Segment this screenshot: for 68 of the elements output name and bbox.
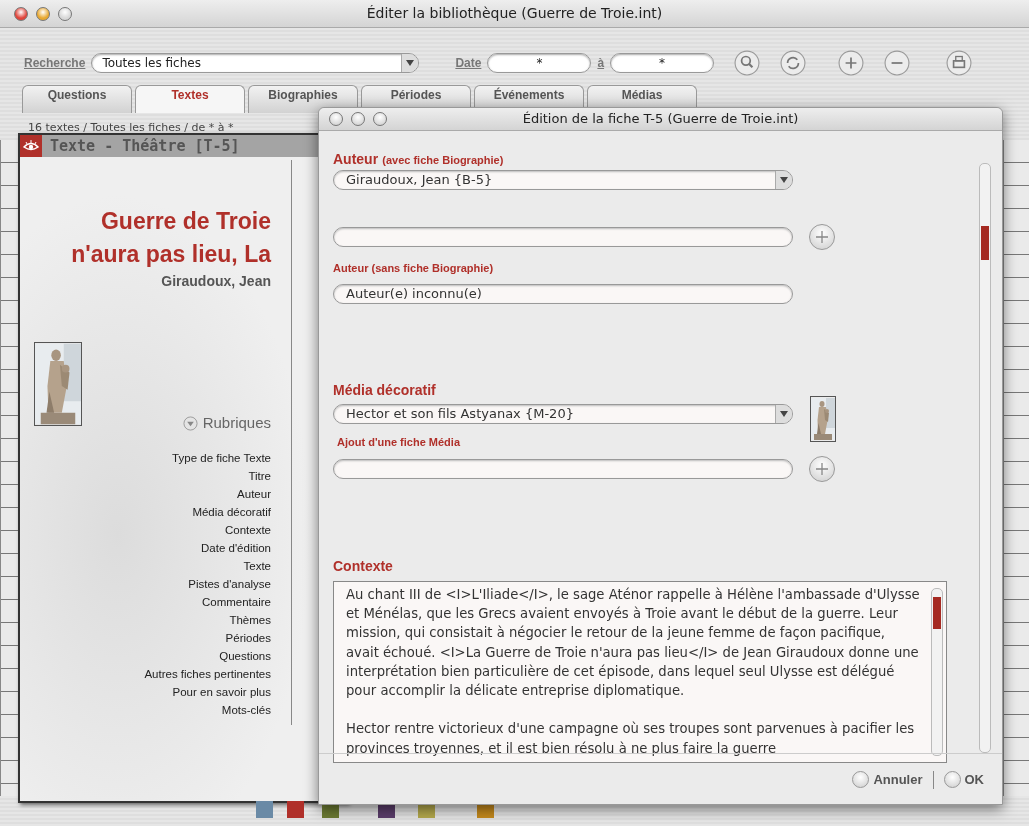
rubrique-link[interactable]: Thèmes bbox=[229, 610, 271, 629]
date-label: Date bbox=[455, 55, 482, 72]
tab[interactable]: Biographies bbox=[248, 85, 358, 113]
remove-icon[interactable] bbox=[884, 50, 911, 76]
rubrique-link[interactable]: Texte bbox=[243, 556, 271, 575]
search-icon[interactable] bbox=[734, 50, 761, 76]
rubrique-link[interactable]: Contexte bbox=[224, 520, 271, 539]
color-swatch[interactable] bbox=[287, 801, 304, 818]
scrollbar[interactable] bbox=[979, 163, 991, 753]
caret-icon bbox=[406, 60, 415, 66]
minimize-button[interactable] bbox=[36, 6, 50, 21]
close-button[interactable] bbox=[14, 6, 28, 21]
dropdown-field[interactable]: Hector et son fils Astyanax {M-20} bbox=[333, 403, 793, 424]
caret-icon bbox=[780, 177, 788, 183]
context-text: Au chant III de <I>L'Iliade</I>, le sage Aténor rappelle à Hélène l'ambassade d'Ulysse et Ménélas, que les Grecs avaient envoyés à Troie avant le début de la guerre. Leur mission, qui consistait à négocier le retour de la jeune femme de façon pacifique, avait échoué. <I>La Guerre de Troie n'aura pas lieu</I> de Jean Giraudoux donne une interprétation bien particulière de cet épisode, dans lequel seul Ulysse est délégué pour accomplir la délicate entreprise diplomatique. Hector rentre victorieux d'une campagne où ses troupes sont parvenues à pacifier les provinces troyennes, et il est bien résolu à ne plus faire la guerre bbox=[345, 586, 921, 758]
add-icon bbox=[816, 463, 828, 475]
section-note: (avec fiche Biographie) bbox=[382, 154, 504, 166]
print-icon[interactable] bbox=[946, 50, 973, 76]
color-swatch[interactable] bbox=[256, 801, 273, 818]
add-button[interactable] bbox=[809, 224, 835, 250]
status-text: 16 textes / Toutes les fiches / de * à * bbox=[28, 120, 234, 136]
dropdown-field[interactable]: Giraudoux, Jean {B-5} bbox=[333, 170, 793, 190]
field-label: Auteur (sans fiche Biographie) bbox=[333, 261, 495, 276]
zoom-button[interactable] bbox=[58, 6, 72, 21]
dialog-title: Édition de la fiche T-5 (Guerre de Troie.int) bbox=[522, 111, 799, 127]
close-button[interactable] bbox=[329, 112, 343, 126]
rubrique-link[interactable]: Média décoratif bbox=[192, 502, 271, 521]
minimize-button[interactable] bbox=[351, 112, 365, 126]
date-to-field[interactable]: * bbox=[610, 53, 715, 73]
rubriques-label[interactable]: Rubriques bbox=[202, 412, 271, 435]
rubrique-link[interactable]: Titre bbox=[248, 466, 271, 485]
rubrique-link[interactable]: Autres fiches pertinentes bbox=[144, 664, 271, 683]
tab[interactable]: Textes bbox=[135, 85, 245, 113]
tab[interactable]: Questions bbox=[22, 85, 132, 113]
scrollbar[interactable] bbox=[931, 588, 943, 756]
zoom-button[interactable] bbox=[373, 112, 387, 126]
rubrique-link[interactable]: Date d'édition bbox=[201, 538, 271, 557]
text-field[interactable] bbox=[333, 459, 793, 479]
rubrique-link[interactable]: Mots-clés bbox=[221, 700, 271, 719]
panel-title: Texte - Théâtre [T-5] bbox=[50, 135, 240, 157]
rubrique-link[interactable]: Commentaire bbox=[201, 592, 271, 611]
rubrique-link[interactable]: Questions bbox=[219, 646, 271, 665]
rubrique-link[interactable]: Pour en savoir plus bbox=[172, 682, 271, 701]
window-title: Éditer la bibliothèque (Guerre de Troie.int) bbox=[366, 5, 663, 21]
dialog-button[interactable]: Annuler bbox=[852, 769, 923, 790]
record-title: Guerre de Troie n'aura pas lieu, La bbox=[70, 207, 271, 269]
expand-icon[interactable] bbox=[182, 415, 198, 431]
section-heading: Contexte bbox=[333, 558, 393, 574]
rubrique-link[interactable]: Pistes d'analyse bbox=[188, 574, 271, 593]
rubrique-link[interactable]: Type de fiche Texte bbox=[172, 448, 271, 467]
text-field[interactable]: Auteur(e) inconnu(e) bbox=[333, 283, 793, 304]
add-icon[interactable] bbox=[838, 50, 865, 76]
add-button[interactable] bbox=[809, 456, 835, 482]
caret-icon bbox=[780, 410, 788, 417]
search-label: Recherche bbox=[24, 55, 86, 72]
rubrique-link[interactable]: Auteur bbox=[237, 484, 271, 503]
search-dropdown[interactable]: Toutes les fiches bbox=[91, 53, 420, 73]
refresh-icon[interactable] bbox=[780, 50, 807, 76]
dialog-button[interactable]: OK bbox=[943, 769, 984, 790]
add-icon bbox=[816, 231, 828, 243]
section-heading: Auteur bbox=[333, 151, 379, 167]
field-label: Ajout d'une fiche Média bbox=[337, 434, 462, 450]
date-to-label: à bbox=[597, 55, 605, 72]
rubrique-link[interactable]: Périodes bbox=[225, 628, 271, 647]
text-field[interactable] bbox=[333, 227, 793, 247]
date-from-field[interactable]: * bbox=[487, 53, 592, 73]
section-heading: Média décoratif bbox=[333, 381, 436, 398]
record-author: Giraudoux, Jean bbox=[160, 272, 271, 291]
